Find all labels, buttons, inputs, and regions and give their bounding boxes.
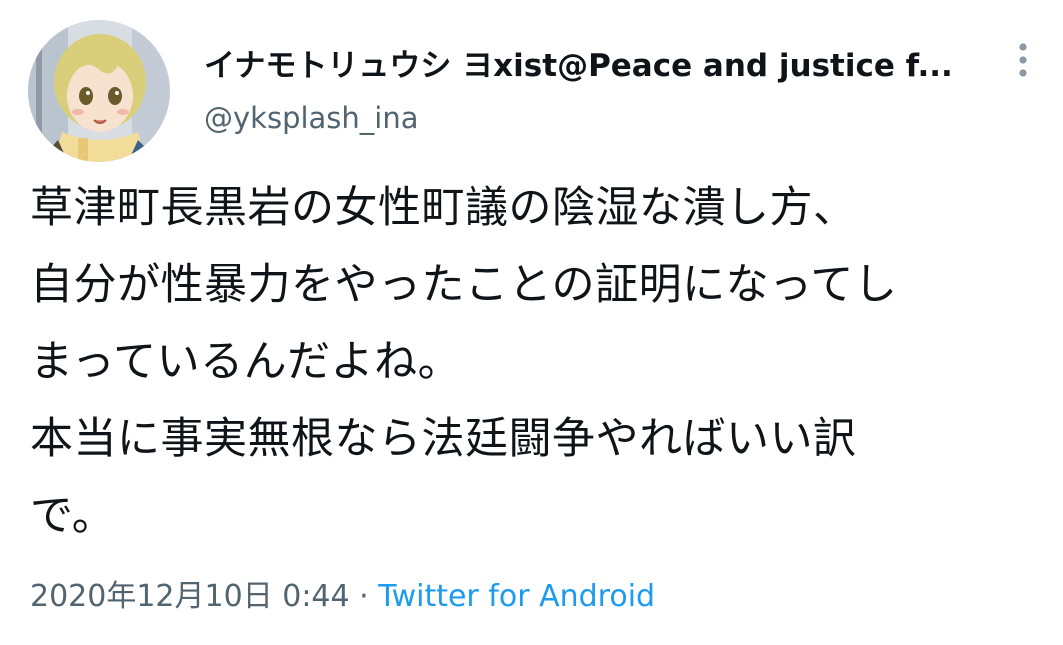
tweet-meta: 2020年12月10日 0:44 · Twitter for Android [30,575,655,619]
display-name[interactable]: イナモトリュウシ ヨxist@Peace and justice f... [204,40,984,92]
tweet: イナモトリュウシ ヨxist@Peace and justice f... @y… [0,0,1063,645]
avatar-image [28,20,170,162]
timestamp[interactable]: 2020年12月10日 0:44 [30,579,350,614]
tweet-text-line: で。 [30,491,116,541]
avatar[interactable] [28,20,170,162]
tweet-text-line: 草津町長黒岩の女性町議の陰湿な潰し方、 [30,183,857,233]
tweet-text-line: 本当に事実無根なら法廷闘争やればいい訳 [30,414,857,464]
source-link[interactable]: Twitter for Android [378,579,655,614]
tweet-text-line: 自分が性暴力をやったことの証明になってし [30,260,898,310]
tweet-text: 草津町長黒岩の女性町議の陰湿な潰し方、 自分が性暴力をやったことの証明になってし… [30,170,1050,555]
meta-separator: · [349,579,379,614]
tweet-header: イナモトリュウシ ヨxist@Peace and justice f... @y… [204,40,994,138]
user-handle[interactable]: @yksplash_ina [204,98,994,138]
tweet-text-line: まっているんだよね。 [30,337,462,387]
more-vertical-icon[interactable] [1006,40,1040,80]
